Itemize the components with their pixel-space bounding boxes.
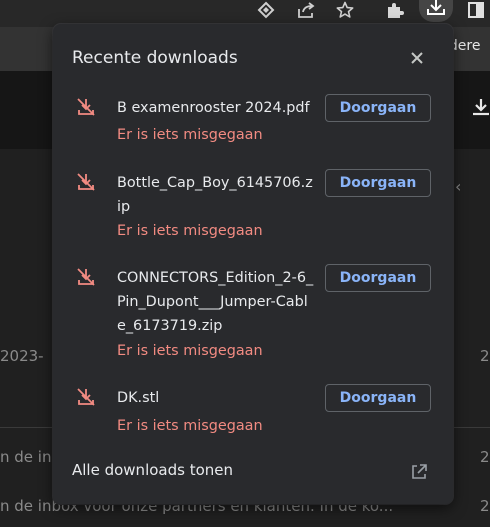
bubble-title: Recente downloads bbox=[72, 48, 238, 68]
background-text: 2 bbox=[480, 347, 490, 365]
chevron-left-icon[interactable]: ‹ bbox=[455, 177, 461, 196]
error-status: Er is iets misgegaan bbox=[117, 223, 263, 239]
show-all-downloads-link[interactable]: Alle downloads tonen bbox=[72, 461, 233, 479]
open-external-icon[interactable] bbox=[409, 462, 429, 482]
background-text: 2 bbox=[480, 497, 490, 515]
file-name[interactable]: CONNECTORS_Edition_2-6_Pin_Dupont___Jump… bbox=[117, 266, 315, 338]
resume-button[interactable]: Doorgaan bbox=[325, 94, 431, 122]
browser-toolbar bbox=[0, 0, 490, 27]
error-status: Er is iets misgegaan bbox=[117, 343, 263, 359]
download-failed-icon bbox=[77, 268, 95, 286]
file-name[interactable]: DK.stl bbox=[117, 386, 315, 410]
error-status: Er is iets misgegaan bbox=[117, 127, 263, 143]
background-text: n de in bbox=[0, 448, 52, 466]
download-failed-icon bbox=[77, 388, 95, 406]
close-button[interactable] bbox=[405, 46, 429, 70]
extension-diamond-icon[interactable] bbox=[254, 0, 278, 20]
resume-button[interactable]: Doorgaan bbox=[325, 264, 431, 292]
close-icon bbox=[411, 52, 423, 64]
downloads-bubble: Recente downloads B examenrooster 2024.p… bbox=[53, 24, 453, 504]
download-icon bbox=[427, 0, 445, 15]
file-name[interactable]: Bottle_Cap_Boy_6145706.zip bbox=[117, 171, 315, 219]
resume-button[interactable]: Doorgaan bbox=[325, 169, 431, 197]
side-panel-icon[interactable] bbox=[464, 0, 488, 20]
download-failed-icon bbox=[77, 98, 95, 116]
error-status: Er is iets misgegaan bbox=[117, 418, 263, 434]
extensions-puzzle-icon[interactable] bbox=[383, 0, 407, 20]
file-name[interactable]: B examenrooster 2024.pdf bbox=[117, 96, 315, 120]
page-download-icon[interactable] bbox=[470, 96, 490, 122]
downloads-toolbar-button[interactable] bbox=[419, 0, 453, 22]
download-failed-icon bbox=[77, 173, 95, 191]
resume-button[interactable]: Doorgaan bbox=[325, 384, 431, 412]
share-icon[interactable] bbox=[294, 0, 318, 20]
background-text: 2023- bbox=[0, 347, 44, 365]
bookmark-star-icon[interactable] bbox=[333, 0, 357, 20]
background-text: 2 bbox=[480, 448, 490, 466]
